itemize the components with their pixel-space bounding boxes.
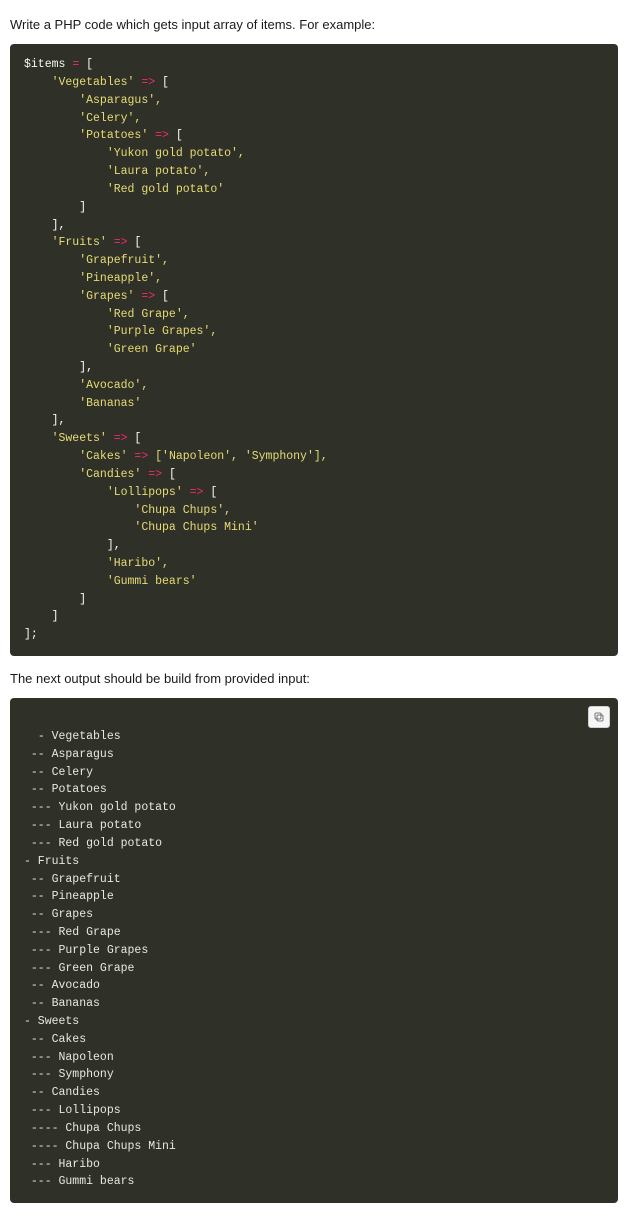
code-arrow: => (148, 468, 162, 481)
php-code-block: $items = [ 'Vegetables' => [ 'Asparagus'… (10, 44, 618, 656)
output-line: --- Gummi bears (24, 1175, 134, 1188)
output-line: --- Symphony (24, 1068, 114, 1081)
output-line: --- Lollipops (24, 1104, 121, 1117)
code-str: 'Green Grape' (24, 343, 197, 356)
code-str: 'Red gold potato' (24, 183, 224, 196)
output-line: -- Grapefruit (24, 873, 121, 886)
code-key: 'Cakes' (24, 450, 134, 463)
code-str: 'Asparagus', (24, 94, 162, 107)
code-punc: [ (128, 236, 142, 249)
code-arrow: => (141, 76, 155, 89)
code-arrow: => (114, 432, 128, 445)
code-punc: [ (155, 76, 169, 89)
code-punc: ]; (24, 628, 38, 641)
code-str: 'Pineapple', (24, 272, 162, 285)
code-punc: ] (24, 593, 86, 606)
output-line: --- Laura potato (24, 819, 141, 832)
code-key: 'Grapes' (24, 290, 141, 303)
code-punc: [ (155, 290, 169, 303)
intro-text: Write a PHP code which gets input array … (10, 16, 618, 34)
output-code-block: - Vegetables -- Asparagus -- Celery -- P… (10, 698, 618, 1203)
output-line: ---- Chupa Chups Mini (24, 1140, 176, 1153)
output-line: --- Purple Grapes (24, 944, 148, 957)
output-line: -- Cakes (24, 1033, 86, 1046)
code-punc: ], (24, 539, 121, 552)
code-str: 'Avocado', (24, 379, 148, 392)
code-punc: ] (24, 610, 59, 623)
code-key: 'Sweets' (24, 432, 114, 445)
code-str: 'Celery', (24, 112, 141, 125)
code-str: 'Bananas' (24, 397, 141, 410)
code-str: 'Grapefruit', (24, 254, 169, 267)
code-str: 'Gummi bears' (24, 575, 197, 588)
code-str: 'Chupa Chups', (24, 504, 231, 517)
output-line: --- Red gold potato (24, 837, 162, 850)
output-line: -- Avocado (24, 979, 100, 992)
code-punc: [ (128, 432, 142, 445)
code-arrow: => (190, 486, 204, 499)
output-line: -- Grapes (24, 908, 93, 921)
middle-text: The next output should be build from pro… (10, 670, 618, 688)
output-line: -- Candies (24, 1086, 100, 1099)
code-arrow: => (141, 290, 155, 303)
code-key: 'Fruits' (24, 236, 114, 249)
code-punc: ], (24, 361, 93, 374)
code-key: 'Candies' (24, 468, 148, 481)
code-key: 'Vegetables' (24, 76, 141, 89)
code-line: $items (24, 58, 72, 71)
output-line: ---- Chupa Chups (24, 1122, 141, 1135)
code-punc: [ (169, 129, 183, 142)
output-line: -- Pineapple (24, 890, 114, 903)
output-line: -- Celery (24, 766, 93, 779)
copy-button[interactable] (588, 706, 610, 728)
code-str: 'Purple Grapes', (24, 325, 217, 338)
code-punc: [ (203, 486, 217, 499)
code-punc: ], (24, 219, 65, 232)
output-line: - Vegetables (38, 730, 121, 743)
code-str: 'Yukon gold potato', (24, 147, 245, 160)
output-line: -- Potatoes (24, 783, 107, 796)
output-line: -- Asparagus (24, 748, 114, 761)
code-punc: ], (24, 414, 65, 427)
code-arrow: => (114, 236, 128, 249)
code-str: 'Haribo', (24, 557, 169, 570)
code-str: 'Chupa Chups Mini' (24, 521, 259, 534)
code-key: 'Lollipops' (24, 486, 190, 499)
code-arrow: => (155, 129, 169, 142)
code-str: 'Laura potato', (24, 165, 210, 178)
code-punc: [ (162, 468, 176, 481)
code-arrow: => (134, 450, 148, 463)
code-str: ['Napoleon', 'Symphony'], (148, 450, 327, 463)
code-punc: ] (24, 201, 86, 214)
output-line: --- Haribo (24, 1158, 100, 1171)
output-line: - Fruits (24, 855, 79, 868)
output-line: - Sweets (24, 1015, 79, 1028)
code-punc: [ (79, 58, 93, 71)
output-line: --- Red Grape (24, 926, 121, 939)
output-line: -- Bananas (24, 997, 100, 1010)
code-str: 'Red Grape', (24, 308, 190, 321)
output-line: --- Napoleon (24, 1051, 114, 1064)
copy-icon (593, 711, 605, 723)
output-line: --- Yukon gold potato (24, 801, 176, 814)
code-key: 'Potatoes' (24, 129, 155, 142)
output-line: --- Green Grape (24, 962, 134, 975)
